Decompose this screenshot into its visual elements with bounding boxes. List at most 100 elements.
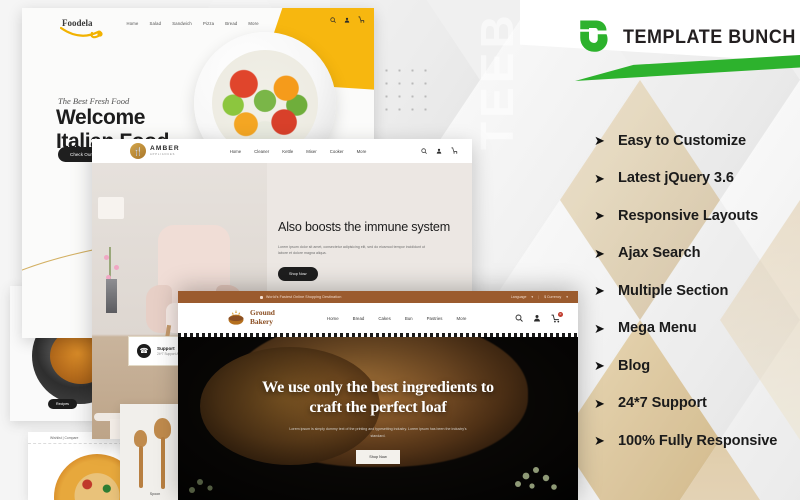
lamp-image (98, 197, 124, 219)
bakery-navbar: Ground Bakery Home Bread Cakes Bun Pastr… (178, 303, 578, 333)
foodela-menu-item[interactable]: Pizza (203, 21, 214, 26)
bakery-logo-line1: Ground (250, 308, 275, 318)
amber-logo-name: AMBER (150, 145, 180, 153)
account-icon[interactable] (344, 17, 350, 23)
cart-count-badge: 0 (558, 311, 563, 317)
amber-menu-item[interactable]: Cleaner (254, 149, 269, 154)
feature-label: Mega Menu (618, 320, 697, 337)
foodela-menu-item[interactable]: Sandwich (172, 21, 192, 26)
cutlery-badge-icon: 🍴 (130, 143, 146, 159)
foodela-headline-line1: Welcome (56, 106, 146, 129)
feature-label: Ajax Search (618, 245, 701, 262)
feature-item: ➤ Latest jQuery 3.6 (594, 160, 800, 198)
arrow-bullet-icon: ➤ (594, 395, 605, 411)
arrow-bullet-icon: ➤ (594, 433, 605, 449)
bakery-hero-copy: We use only the best ingredients to craf… (178, 337, 578, 500)
foodela-logo[interactable]: Foodela (60, 18, 103, 39)
template-bunch-logo-icon (580, 20, 608, 52)
feature-label: Easy to Customize (618, 132, 747, 149)
foodela-menu-item[interactable]: Home (127, 21, 139, 26)
feature-label: 100% Fully Responsive (618, 432, 778, 449)
bakery-menu-item[interactable]: Home (327, 316, 339, 321)
feature-item: ➤ Mega Menu (594, 310, 800, 348)
bakery-cta-button[interactable]: Shop Now (356, 450, 400, 465)
account-icon[interactable] (533, 314, 541, 322)
arrow-bullet-icon: ➤ (594, 283, 605, 299)
bakery-headline: We use only the best ingredients to craf… (262, 377, 494, 418)
foodela-logo-swoosh-icon (60, 26, 103, 39)
foodela-menu-item[interactable]: More (248, 21, 258, 26)
amber-logo-sub: APPLIANCES (150, 152, 176, 156)
bakery-headline-line2: craft the perfect loaf (309, 398, 447, 417)
feature-item: ➤ 24*7 Support (594, 385, 800, 423)
feature-label: Latest jQuery 3.6 (618, 170, 734, 187)
vase-image (106, 279, 117, 313)
amber-hero-copy: Also boosts the immune system Lorem ipsu… (278, 219, 456, 282)
promo-banner: TEEB Foodela Home Salad Sandwich Pizza B… (0, 0, 800, 500)
bakery-headline-line1: We use only the best ingredients to (262, 377, 494, 396)
bakery-toolbar[interactable]: 0 (515, 311, 563, 323)
bakery-logo-text: Ground Bakery (250, 308, 275, 327)
account-icon[interactable] (436, 148, 442, 154)
megaphone-icon (260, 295, 263, 299)
bakery-menu-item[interactable]: More (457, 316, 467, 321)
bakery-menu-item[interactable]: Cakes (378, 316, 390, 321)
foodela-menu-item[interactable]: Salad (149, 21, 161, 26)
dot-grid-decoration (378, 62, 434, 118)
arrow-bullet-icon: ➤ (594, 245, 605, 261)
bakery-logo[interactable]: Ground Bakery (226, 308, 275, 328)
feature-label: Blog (618, 357, 651, 374)
foodela-menu[interactable]: Home Salad Sandwich Pizza Bread More (127, 21, 259, 26)
foodela-menu-item[interactable]: Bread (225, 21, 237, 26)
feature-item: ➤ Ajax Search (594, 235, 800, 273)
cart-icon[interactable] (451, 147, 458, 154)
feature-item: ➤ Easy to Customize (594, 122, 800, 160)
pizza-card-toolbar-label: Wishlist | Compare (50, 435, 79, 440)
spoon-large-image (154, 418, 171, 490)
foodela-toolbar[interactable] (330, 16, 365, 23)
amber-menu[interactable]: Home Cleaner Kettle Mixer Cooker More (230, 149, 367, 154)
bakery-menu-item[interactable]: Bread (353, 316, 365, 321)
cart-icon[interactable] (358, 16, 365, 23)
amber-logo[interactable]: 🍴 AMBER APPLIANCES (130, 143, 180, 159)
brand-name: TEMPLATE BUNCH (623, 26, 796, 48)
bakery-paragraph: Lorem ipsum is simply dummy text of the … (289, 427, 467, 438)
bakery-menu-item[interactable]: Pastries (427, 316, 443, 321)
bakery-topbar-selectors[interactable]: Language ▾ | $ Currency ▾ (511, 295, 568, 299)
headset-icon: ☎ (137, 344, 151, 358)
feature-item: ➤ Blog (594, 347, 800, 385)
foodela-eyebrow: The Best Fresh Food (58, 96, 130, 106)
feature-label: 24*7 Support (618, 395, 707, 412)
topbar-separator: | (538, 295, 540, 299)
language-selector[interactable]: Language (511, 295, 527, 299)
feature-item: ➤ 100% Fully Responsive (594, 422, 800, 460)
bread-basket-icon (228, 309, 244, 325)
foodela-navbar: Foodela Home Salad Sandwich Pizza Bread … (22, 8, 374, 39)
bakery-menu[interactable]: Home Bread Cakes Bun Pastries More (327, 316, 467, 321)
amber-paragraph: Lorem ipsum dolor sit amet, consectetur … (278, 244, 426, 255)
feature-label: Multiple Section (618, 282, 729, 299)
amber-menu-item[interactable]: Kettle (282, 149, 293, 154)
bakery-menu-item[interactable]: Bun (405, 316, 413, 321)
amber-menu-item[interactable]: Mixer (306, 149, 317, 154)
currency-selector[interactable]: $ Currency (544, 295, 561, 299)
amber-menu-item[interactable]: More (357, 149, 367, 154)
amber-menu-item[interactable]: Home (230, 149, 241, 154)
bakery-logo-line2: Bakery (250, 317, 273, 326)
amber-toolbar[interactable] (421, 147, 458, 154)
amber-navbar: 🍴 AMBER APPLIANCES Home Cleaner Kettle M… (92, 139, 472, 163)
arrow-bullet-icon: ➤ (594, 170, 605, 186)
search-icon[interactable] (515, 314, 523, 322)
amber-cta-button[interactable]: Shop Now (278, 267, 318, 282)
arrow-bullet-icon: ➤ (594, 320, 605, 336)
arrow-bullet-icon: ➤ (594, 358, 605, 374)
search-icon[interactable] (330, 16, 336, 23)
arrow-bullet-icon: ➤ (594, 133, 605, 149)
wok-tag-label: Recipes (48, 399, 77, 409)
feature-item: ➤ Responsive Layouts (594, 197, 800, 235)
search-icon[interactable] (421, 147, 427, 154)
bakery-template-preview[interactable]: World's Fastest Online Shopping Destinat… (178, 291, 578, 500)
bakery-topbar-message: World's Fastest Online Shopping Destinat… (266, 295, 342, 299)
amber-menu-item[interactable]: Cooker (330, 149, 344, 154)
chevron-down-icon: ▾ (531, 295, 534, 299)
